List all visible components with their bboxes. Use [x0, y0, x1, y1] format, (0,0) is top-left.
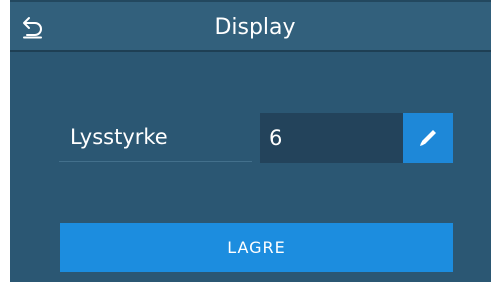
save-button[interactable]: LAGRE: [60, 223, 453, 272]
edit-brightness-button[interactable]: [403, 113, 453, 163]
brightness-label: Lysstyrke: [59, 113, 252, 162]
brightness-value-field[interactable]: 6: [260, 113, 403, 163]
pencil-icon: [420, 130, 436, 146]
page-title: Display: [214, 14, 296, 40]
header-bar: Display: [10, 2, 491, 52]
display-settings-screen: Display Lysstyrke 6 LAGRE: [10, 0, 491, 282]
